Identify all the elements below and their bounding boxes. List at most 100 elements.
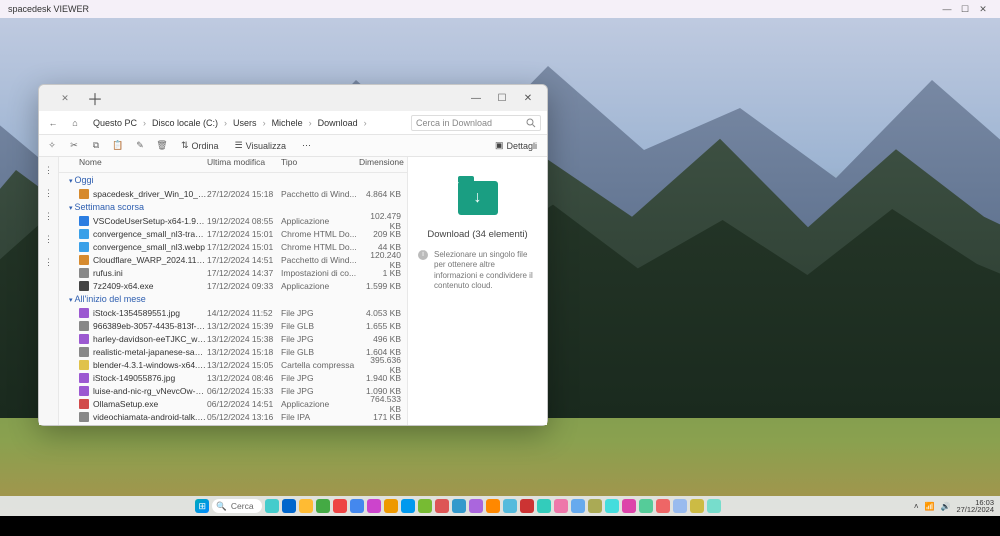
tab-close-button[interactable]: ✕ [45,89,85,107]
taskbar-app-icon[interactable] [673,499,687,513]
taskbar-app-icon[interactable] [401,499,415,513]
file-row[interactable]: rufus.ini17/12/2024 14:37Impostazioni di… [59,266,407,279]
tray-volume-icon[interactable]: 🔊 [940,502,950,511]
desktop[interactable]: ✕ ＋ — ☐ ✕ ← ⌂ Questo PC › Disco locale (C:… [0,18,1000,516]
taskbar-app-icon[interactable] [588,499,602,513]
taskbar-app-icon[interactable] [690,499,704,513]
back-button[interactable]: ← [45,118,61,128]
rail-icon[interactable]: ⋮ [44,188,53,199]
file-row[interactable]: iStock-1354589551.jpg14/12/2024 11:52Fil… [59,306,407,319]
rail-icon[interactable]: ⋮ [44,234,53,245]
taskbar-app-icon[interactable] [367,499,381,513]
taskbar-app-icon[interactable] [418,499,432,513]
tray-chevron-icon[interactable]: ˄ [914,502,919,511]
cut-button[interactable]: ✂ [67,139,81,153]
taskbar-app-icon[interactable] [469,499,483,513]
taskbar-app-icon[interactable] [656,499,670,513]
outer-close-button[interactable]: ✕ [974,4,992,15]
file-explorer-window[interactable]: ✕ ＋ — ☐ ✕ ← ⌂ Questo PC › Disco locale (C:… [38,84,548,426]
rail-icon[interactable]: ⋮ [44,211,53,222]
new-button[interactable]: ✧ [45,139,59,153]
rail-icon[interactable]: ⋮ [44,257,53,268]
col-type[interactable]: Tipo [281,157,359,172]
rail-icon[interactable]: ⋮ [44,165,53,176]
taskbar-app-icon[interactable] [452,499,466,513]
taskbar-app-icon[interactable] [282,499,296,513]
file-row[interactable]: OllamaSetup.exe06/12/2024 14:51Applicazi… [59,397,407,410]
file-row[interactable]: VSCodeUserSetup-x64-1.96.1.exe19/12/2024… [59,214,407,227]
taskbar-app-icon[interactable] [299,499,313,513]
file-type: Cartella compressa [281,360,359,370]
file-row[interactable]: 7z2409-x64.exe17/12/2024 09:33Applicazio… [59,279,407,292]
file-group-header[interactable]: All'inizio del mese [59,292,407,306]
taskbar-app-icon[interactable] [435,499,449,513]
file-row[interactable]: realistic-metal-japanese-samurai-armor..… [59,345,407,358]
window-maximize-button[interactable]: ☐ [489,93,515,104]
address-bar: ← ⌂ Questo PC›Disco locale (C:)›Users›Mi… [39,111,547,135]
col-size[interactable]: Dimensione [359,157,407,172]
details-toggle[interactable]: ▣ Dettagli [491,138,541,153]
start-button[interactable]: ⊞ [195,499,209,513]
file-type: Applicazione [281,216,359,226]
view-button[interactable]: ☰ Visualizza [231,138,290,153]
rename-button[interactable]: ✎ [133,139,147,153]
taskbar-app-icon[interactable] [571,499,585,513]
file-row[interactable]: Cloudflare_WARP_2024.11.309.0.msi17/12/2… [59,253,407,266]
file-row[interactable]: videochiamata-android-talk.ina05/12/2024… [59,410,407,423]
file-type: Applicazione [281,399,359,409]
up-button[interactable]: ⌂ [67,118,83,128]
taskbar-app-icon[interactable] [605,499,619,513]
file-row[interactable]: convergence_small_nl3.webp17/12/2024 15:… [59,240,407,253]
col-modified[interactable]: Ultima modifica [207,157,281,172]
resize-handle[interactable] [535,413,545,423]
file-name: harley-davidson-eeTJKC_wz34-unsplash.j..… [93,334,207,344]
column-headers[interactable]: Nome Ultima modifica Tipo Dimensione [59,157,407,173]
breadcrumb-item[interactable]: Users [229,116,261,130]
more-button[interactable]: ⋯ [298,138,315,153]
window-minimize-button[interactable]: — [463,93,489,104]
delete-button[interactable]: 🗑 [155,139,169,153]
file-row[interactable]: iStock-149055876.jpg13/12/2024 08:46File… [59,371,407,384]
taskbar-app-icon[interactable] [707,499,721,513]
copy-button[interactable]: ⧉ [89,139,103,153]
breadcrumb-item[interactable]: Michele [268,116,307,130]
taskbar-clock[interactable]: 16:03 27/12/2024 [956,499,994,514]
window-close-button[interactable]: ✕ [515,93,541,104]
chevron-right-icon: › [364,118,367,128]
taskbar-app-icon[interactable] [316,499,330,513]
outer-maximize-button[interactable]: ☐ [956,4,974,15]
outer-minimize-button[interactable]: — [938,4,956,14]
system-tray[interactable]: ˄ 📶 🔊 16:03 27/12/2024 [914,499,994,514]
taskbar-app-icon[interactable] [384,499,398,513]
taskbar-app-icon[interactable] [350,499,364,513]
breadcrumb-item[interactable]: Disco locale (C:) [148,116,222,130]
taskbar-app-icon[interactable] [265,499,279,513]
breadcrumb-item[interactable]: Questo PC [89,116,141,130]
tray-wifi-icon[interactable]: 📶 [925,502,935,511]
file-row[interactable]: convergence_small_nl3-transformed.webp17… [59,227,407,240]
new-tab-button[interactable]: ＋ [85,86,105,110]
search-input[interactable]: Cerca in Download [411,115,541,131]
file-row[interactable]: blender-4.3.1-windows-x64.zip13/12/2024 … [59,358,407,371]
file-group-header[interactable]: Oggi [59,173,407,187]
col-name[interactable]: Nome [79,157,207,172]
file-list[interactable]: Oggispacedesk_driver_Win_10_64_v2131.msi… [59,173,407,425]
taskbar-app-icon[interactable] [554,499,568,513]
file-row[interactable]: 966389eb-3057-4435-813f-002a01a98296...1… [59,319,407,332]
taskbar-app-icon[interactable] [486,499,500,513]
sort-button[interactable]: ⇅ Ordina [177,138,223,153]
taskbar-app-icon[interactable] [622,499,636,513]
taskbar-app-icon[interactable] [503,499,517,513]
taskbar-app-icon[interactable] [639,499,653,513]
file-row[interactable]: harley-davidson-eeTJKC_wz34-unsplash.j..… [59,332,407,345]
breadcrumb-item[interactable]: Download [314,116,362,130]
paste-button[interactable]: 📋 [111,139,125,153]
preview-pane: Download (34 elementi) i Selezionare un … [407,157,547,425]
taskbar-search[interactable]: 🔍 Cerca [212,499,261,513]
file-row[interactable]: luise-and-nic-rg_vNevcOw-unsplash.jpg06/… [59,384,407,397]
file-row[interactable]: spacedesk_driver_Win_10_64_v2131.msi27/1… [59,187,407,200]
file-group-header[interactable]: Settimana scorsa [59,200,407,214]
taskbar-app-icon[interactable] [537,499,551,513]
taskbar-app-icon[interactable] [520,499,534,513]
taskbar-app-icon[interactable] [333,499,347,513]
